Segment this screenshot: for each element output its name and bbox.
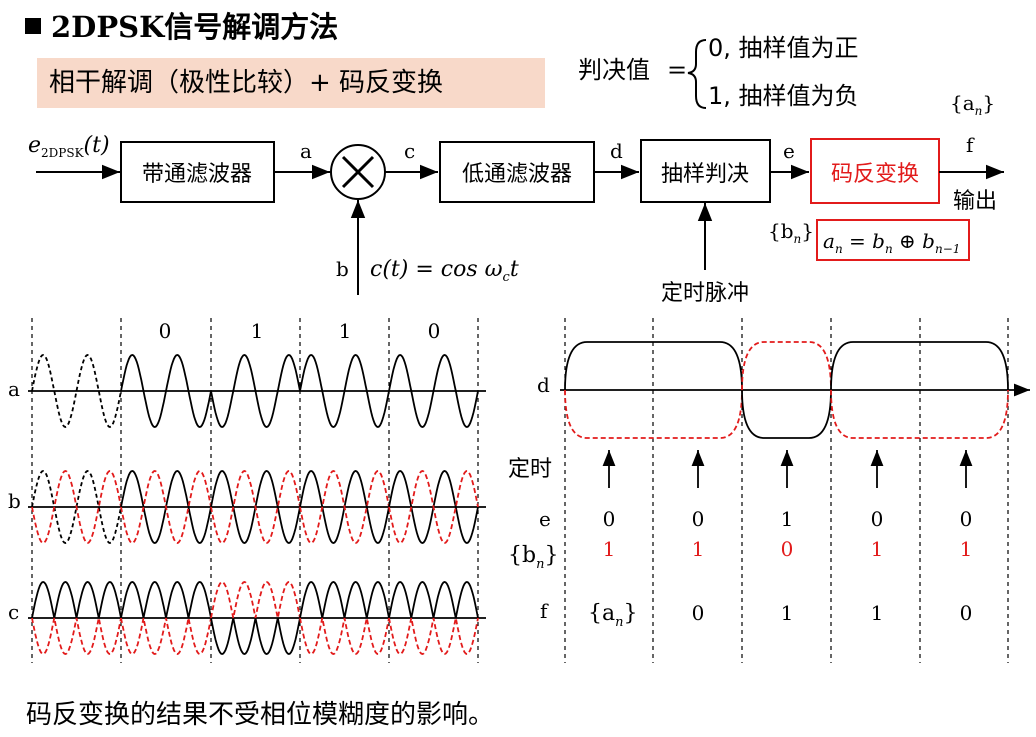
bit-label: 1 <box>251 319 264 343</box>
product-wave <box>299 581 390 619</box>
bit-label: 0 <box>428 319 441 343</box>
point-c-label: c <box>404 139 415 163</box>
product-wave <box>210 617 301 655</box>
carrier-label: c(t) = cos ωct <box>370 257 519 285</box>
point-f-label: f <box>966 133 975 157</box>
d-envelope <box>741 389 832 439</box>
bn-value: 0 <box>781 537 794 561</box>
waveform-panel: a b c 0 1 1 0 <box>8 318 486 663</box>
bit-label: 0 <box>159 319 172 343</box>
lowpass-filter-label: 低通滤波器 <box>462 162 572 187</box>
decision-panel: d 定时 e {bn} f {an} 0 0 1 0 0 1 1 0 1 1 0 1 1 0 <box>508 318 1030 663</box>
row-a-label: a <box>8 377 20 401</box>
output-label: 输出 <box>953 189 997 214</box>
f-value: 1 <box>781 601 794 625</box>
sampler-label: 抽样判决 <box>661 162 749 187</box>
bn-label: {bn} <box>768 219 814 246</box>
bit-label: 1 <box>339 319 352 343</box>
d-row-label: d <box>537 373 550 397</box>
bn-value: 1 <box>871 537 884 561</box>
decision-case0: 0, 抽样值为正 <box>708 34 859 62</box>
d-envelope <box>741 341 832 391</box>
f-value: 0 <box>692 601 705 625</box>
input-label: e2DPSK(t) <box>28 133 110 160</box>
row-c-label: c <box>8 600 19 624</box>
e-row-label: e <box>539 507 551 531</box>
product-wave <box>120 617 212 655</box>
point-e-label: e <box>783 139 795 163</box>
bn-row-label: {bn} <box>508 543 558 572</box>
product-wave <box>388 617 479 655</box>
point-a-label: a <box>300 139 312 163</box>
timing-row-label: 定时 <box>508 457 552 482</box>
e-value: 0 <box>960 507 973 531</box>
e-value: 0 <box>871 507 884 531</box>
footer-note: 码反变换的结果不受相位模糊度的影响。 <box>26 700 495 730</box>
product-wave <box>299 617 390 655</box>
bandpass-filter-label: 带通滤波器 <box>142 162 252 187</box>
point-b-label: b <box>336 257 349 281</box>
decision-case1: 1, 抽样值为负 <box>708 82 859 110</box>
f-value: 1 <box>871 601 884 625</box>
bn-value: 1 <box>960 537 973 561</box>
an-row-label: {an} <box>588 601 638 630</box>
e-value: 0 <box>603 507 616 531</box>
decision-rule: 判决值 = 0, 抽样值为正 1, 抽样值为负 <box>578 34 859 110</box>
demodulation-diagram: 判决值 = 0, 抽样值为正 1, 抽样值为负 e2DPSK(t) 带通滤波器 … <box>8 34 1030 663</box>
decision-brace <box>687 39 707 109</box>
point-d-label: d <box>610 139 623 163</box>
timing-pulse-label: 定时脉冲 <box>661 281 749 306</box>
f-value: 0 <box>960 601 973 625</box>
product-wave <box>210 581 301 619</box>
decision-eq: = <box>667 56 687 84</box>
row-b-label: b <box>8 489 21 513</box>
block-diagram: e2DPSK(t) 带通滤波器 a b c(t) = cos ωct c 低通滤… <box>28 91 1004 306</box>
decision-lhs: 判决值 <box>578 56 650 84</box>
e-value: 1 <box>781 507 794 531</box>
product-wave <box>120 581 212 619</box>
product-wave <box>388 581 479 619</box>
product-wave <box>31 581 122 619</box>
code-inverse-label: 码反变换 <box>831 162 919 187</box>
bn-value: 1 <box>603 537 616 561</box>
an-top-label: {an} <box>950 91 995 118</box>
bn-value: 1 <box>692 537 705 561</box>
e-value: 0 <box>692 507 705 531</box>
product-wave <box>31 617 122 655</box>
f-row-label: f <box>540 599 549 623</box>
